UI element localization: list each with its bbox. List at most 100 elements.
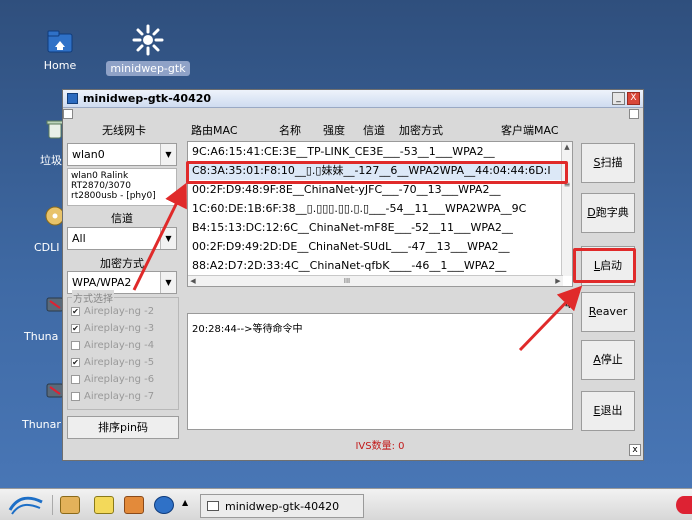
- checkbox-checked-icon[interactable]: ✔: [71, 324, 80, 333]
- sort-pin-button[interactable]: 排序pin码: [67, 416, 179, 439]
- wireless-card-value: wlan0: [72, 148, 105, 161]
- checkbox-empty-icon[interactable]: [71, 375, 80, 384]
- column-header: 强度: [323, 124, 345, 137]
- column-header: 信道: [363, 124, 385, 137]
- checkbox-empty-icon[interactable]: [71, 392, 80, 401]
- reaver-label: eaver: [595, 305, 628, 318]
- log-line: 20:28:44-->等待命令中: [192, 324, 303, 335]
- network-row[interactable]: B4:15:13:DC:12:6C__ChinaNet-mF8E___-52__…: [188, 218, 563, 237]
- selected-row-highlight: [186, 161, 568, 184]
- launcher-arrow-icon[interactable]: ▲: [182, 498, 188, 507]
- start-button-highlight: [573, 248, 636, 283]
- dictionary-button[interactable]: D跑字典: [581, 193, 635, 233]
- checkbox-checked-icon[interactable]: ✔: [71, 358, 80, 367]
- mode-option-label: Aireplay-ng -7: [84, 391, 155, 402]
- network-row[interactable]: 88:A2:D7:2D:33:4C__ChinaNet-qfbK____-46_…: [188, 256, 563, 275]
- dict-hotkey: D: [587, 206, 596, 219]
- scroll-up-icon[interactable]: ▲: [562, 142, 572, 152]
- network-row[interactable]: 9C:A6:15:41:CE:3E__TP-LINK_CE3E___-53__1…: [188, 142, 563, 161]
- mode-option-label: Aireplay-ng -6: [84, 374, 155, 385]
- stop-label: 停止: [600, 353, 623, 366]
- window-small-icon: [207, 501, 219, 511]
- desktop-label-thuna: Thuna: [24, 330, 59, 343]
- horizontal-scrollbar[interactable]: ◀ III ▶: [188, 275, 563, 286]
- desktop-label-trash: 垃圾: [40, 154, 62, 167]
- editor-launcher-icon[interactable]: [94, 496, 114, 514]
- card-info-line: rt2800usb - [phy0]: [71, 191, 156, 201]
- dict-label: 跑字典: [595, 206, 629, 219]
- checkbox-empty-icon[interactable]: [71, 341, 80, 350]
- mode-option[interactable]: ✔ Aireplay-ng -3: [68, 320, 178, 337]
- scan-button[interactable]: S扫描: [581, 143, 635, 183]
- scroll-left-icon[interactable]: ◀: [188, 276, 198, 286]
- mode-option[interactable]: ✔ Aireplay-ng -5: [68, 354, 178, 371]
- minimize-button[interactable]: _: [612, 92, 625, 105]
- mode-group-title: 方式选择: [72, 290, 114, 305]
- desktop-icon-home-label: Home: [43, 59, 77, 72]
- home-folder-icon: [45, 25, 75, 55]
- taskbar-window-item[interactable]: minidwep-gtk-40420: [200, 494, 364, 518]
- minidwep-app-icon: [131, 23, 165, 57]
- mode-option-label: Aireplay-ng -3: [84, 323, 155, 334]
- browser-launcher-icon[interactable]: [154, 496, 174, 514]
- power-icon[interactable]: [676, 496, 692, 514]
- wireless-card-select[interactable]: wlan0 ▼: [67, 143, 177, 166]
- network-row[interactable]: 00:2F:D9:49:2D:DE__ChinaNet-SUdL___-47__…: [188, 237, 563, 256]
- encryption-value: WPA/WPA2: [72, 276, 132, 289]
- mode-option[interactable]: Aireplay-ng -6: [68, 371, 178, 388]
- close-button[interactable]: X: [627, 92, 640, 105]
- image-launcher-icon[interactable]: [124, 496, 144, 514]
- stop-button[interactable]: A停止: [581, 340, 635, 380]
- desktop-icon-minidwep-label: minidwep-gtk: [106, 61, 190, 76]
- exit-label: 退出: [600, 404, 623, 417]
- window-app-icon: [67, 93, 78, 104]
- scroll-right-icon[interactable]: ▶: [553, 276, 563, 286]
- column-header: 加密方式: [399, 124, 443, 137]
- minidwep-window: minidwep-gtk-40420 _ X 无线网卡 wlan0 ▼ wlan…: [62, 89, 644, 461]
- card-info-box: wlan0 Ralink RT2870/3070 rt2800usb - [ph…: [67, 168, 177, 206]
- mode-option-label: Aireplay-ng -2: [84, 306, 155, 317]
- list-corner-number: 4: [565, 300, 572, 311]
- mode-group: 方式选择 ✔ Aireplay-ng -2 ✔ Aireplay-ng -3 Air…: [67, 290, 179, 410]
- mode-option-label: Aireplay-ng -5: [84, 357, 155, 368]
- log-output: 20:28:44-->等待命令中: [187, 313, 573, 430]
- column-header: 客户端MAC: [501, 124, 559, 137]
- desktop-label-cdli: CDLI: [34, 241, 60, 254]
- mode-option-label: Aireplay-ng -4: [84, 340, 155, 351]
- home-launcher-icon[interactable]: [60, 496, 80, 514]
- column-header: 路由MAC: [191, 124, 238, 137]
- chevron-down-icon: ▼: [160, 228, 176, 249]
- start-menu-icon[interactable]: [6, 494, 46, 516]
- left-panel: 无线网卡 wlan0 ▼ wlan0 Ralink RT2870/3070 rt…: [67, 116, 181, 442]
- chevron-down-icon: ▼: [160, 272, 176, 293]
- scroll-thumb[interactable]: III: [332, 276, 362, 286]
- card-info-line: RT2870/3070: [71, 181, 131, 191]
- exit-button[interactable]: E退出: [581, 391, 635, 431]
- channel-value: All: [72, 232, 86, 245]
- mode-option[interactable]: ✔ Aireplay-ng -2: [68, 303, 178, 320]
- channel-select[interactable]: All ▼: [67, 227, 177, 250]
- desktop-icon-home[interactable]: Home: [40, 25, 80, 72]
- scan-label: 扫描: [600, 156, 623, 169]
- taskbar-window-label: minidwep-gtk-40420: [225, 499, 340, 513]
- network-row[interactable]: 1C:60:DE:1B:6F:38__▯.▯▯▯.▯▯.▯.▯___-54__1…: [188, 199, 563, 218]
- card-info-line: wlan0 Ralink: [71, 171, 129, 181]
- desktop-label-thunar: Thunar: [22, 418, 61, 431]
- ivs-count: IVS数量: 0: [355, 441, 405, 452]
- chevron-down-icon: ▼: [160, 144, 176, 165]
- channel-label: 信道: [111, 212, 133, 225]
- encryption-label: 加密方式: [100, 257, 144, 270]
- desktop-icon-minidwep[interactable]: minidwep-gtk: [106, 23, 190, 76]
- window-title: minidwep-gtk-40420: [83, 92, 212, 105]
- mode-option[interactable]: Aireplay-ng -7: [68, 388, 178, 405]
- window-titlebar[interactable]: minidwep-gtk-40420 _ X: [63, 90, 643, 108]
- reaver-button[interactable]: Reaver: [581, 292, 635, 332]
- reaver-hotkey: R: [588, 305, 596, 318]
- taskbar: ▲ minidwep-gtk-40420: [0, 488, 692, 520]
- stop-hotkey: A: [593, 353, 601, 366]
- bar-separator: [52, 495, 53, 515]
- column-header: 名称: [279, 124, 301, 137]
- corner-close-box[interactable]: x: [629, 444, 641, 456]
- checkbox-checked-icon[interactable]: ✔: [71, 307, 80, 316]
- mode-option[interactable]: Aireplay-ng -4: [68, 337, 178, 354]
